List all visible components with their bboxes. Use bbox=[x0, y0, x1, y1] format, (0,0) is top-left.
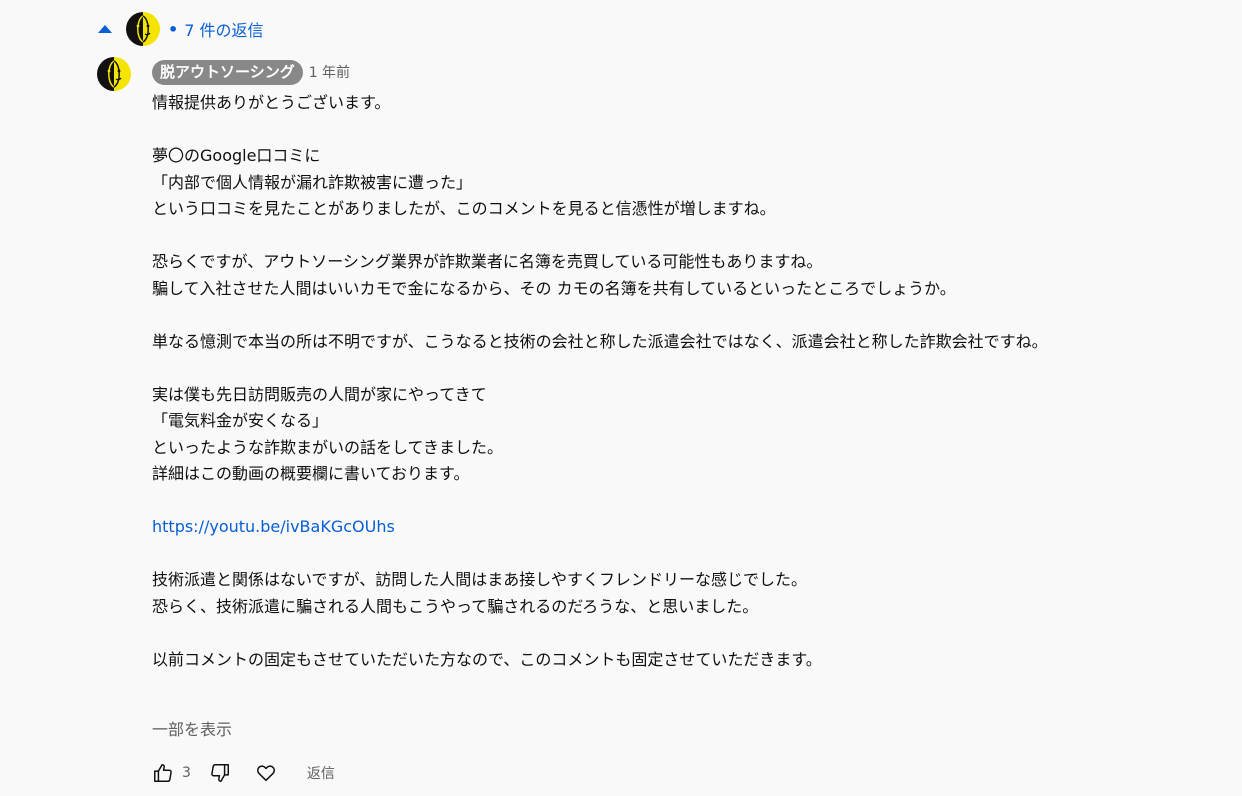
caret-up-icon bbox=[96, 20, 114, 38]
comment-header: 脱アウトソーシング 1 年前 bbox=[152, 58, 350, 86]
thumbs-down-icon bbox=[211, 764, 229, 782]
like-count: 3 bbox=[182, 765, 191, 781]
reply-button[interactable]: 返信 bbox=[307, 763, 335, 783]
comment-author-avatar[interactable] bbox=[97, 57, 131, 91]
comment-line: 以前コメントの固定もさせていただいた方なので、このコメントも固定させていただきま… bbox=[152, 649, 822, 669]
comment-line: 実は僕も先日訪問販売の人間が家にやってきて bbox=[152, 384, 487, 404]
comment-line: 恐らく、技術派遣に騙される人間もこうやって騙されるのだろうな、と思いました。 bbox=[152, 596, 759, 616]
comment-line: といったような詐欺まがいの話をしてきました。 bbox=[152, 437, 504, 457]
comment-line: 騙して入社させた人間はいいカモで金になるから、その カモの名簿を共有しているとい… bbox=[152, 278, 956, 298]
replies-count-label: 7 件の返信 bbox=[184, 21, 264, 40]
comment-line: 恐らくですが、アウトソーシング業界が詐欺業者に名簿を売買している可能性もあります… bbox=[152, 252, 823, 271]
separator-dot: • bbox=[168, 19, 179, 39]
heart-button[interactable] bbox=[251, 758, 281, 788]
comment-text: 情報提供ありがとうございます。 夢〇のGoogle口コミに 「内部で個人情報が漏… bbox=[152, 90, 1182, 673]
video-link[interactable]: https://youtu.be/ivBaKGcOUhs bbox=[152, 517, 395, 536]
like-button[interactable] bbox=[148, 758, 178, 788]
comment-line: 夢〇のGoogle口コミに bbox=[152, 146, 321, 165]
heart-icon bbox=[256, 765, 275, 782]
comment-line: 「電気料金が安くなる」 bbox=[152, 411, 329, 430]
replies-toggle[interactable]: • 7 件の返信 bbox=[96, 12, 264, 46]
creator-avatar-icon bbox=[126, 12, 160, 46]
comment-line: 情報提供ありがとうございます。 bbox=[152, 93, 391, 112]
author-name-chip[interactable]: 脱アウトソーシング bbox=[152, 59, 303, 85]
comment-line: 詳細はこの動画の概要欄に書いております。 bbox=[152, 464, 470, 483]
dislike-button[interactable] bbox=[205, 758, 235, 788]
comment-line: 技術派遣と関係はないですが、訪問した人間はまあ接しやすくフレンドリーな感じでした… bbox=[152, 570, 808, 589]
comment-timestamp[interactable]: 1 年前 bbox=[309, 62, 350, 82]
comment-line: 「内部で個人情報が漏れ詐欺被害に遭った」 bbox=[152, 172, 473, 192]
comment-line: 単なる憶測で本当の所は不明ですが、こうなると技術の会社と称した派遣会社ではなく、… bbox=[152, 331, 1048, 351]
show-less-button[interactable]: 一部を表示 bbox=[152, 716, 232, 740]
comment-actions: 3 返信 bbox=[148, 758, 335, 788]
comment-line: という口コミを見たことがありましたが、このコメントを見ると信憑性が増しますね。 bbox=[152, 199, 776, 218]
thumbs-up-icon bbox=[154, 764, 172, 782]
